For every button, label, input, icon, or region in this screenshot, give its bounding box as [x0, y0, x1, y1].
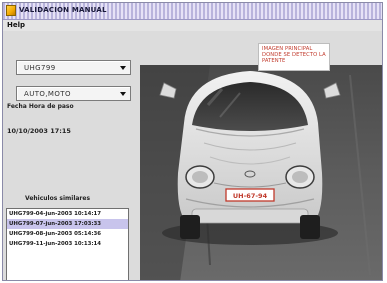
validation-window: VALIDACION MANUAL Help UHG799 AUTO,MOTO … [2, 2, 383, 281]
similar-vehicles-list[interactable]: UHG799-04-jun-2003 10:14:17 UHG799-07-ju… [6, 208, 129, 280]
passage-datetime-label: Fecha Hora de paso [7, 103, 74, 110]
window-title: VALIDACION MANUAL [19, 6, 107, 14]
vehicle-type-dropdown[interactable]: AUTO,MOTO [16, 86, 131, 101]
title-bar[interactable]: VALIDACION MANUAL [3, 3, 382, 20]
list-item[interactable]: UHG799-11-jun-2003 10:13:14 [7, 239, 128, 249]
chevron-down-icon[interactable] [120, 92, 126, 96]
app-icon [6, 5, 16, 16]
plate-dropdown-value: UHG799 [24, 64, 56, 72]
vehicle-type-dropdown-value: AUTO,MOTO [24, 90, 71, 98]
license-plate-text: UH-67-94 [233, 192, 268, 200]
camera-image: UH-67-94 [140, 65, 382, 280]
list-item[interactable]: UHG799-04-jun-2003 10:14:17 [7, 209, 128, 219]
detection-caption-box: IMAGEN PRINCIPAL DONDE SE DETECTO LA PAT… [258, 43, 330, 71]
similar-vehicles-label: Vehiculos similares [25, 195, 91, 202]
car-photo: UH-67-94 [140, 65, 382, 280]
list-item[interactable]: UHG799-07-jun-2003 17:03:33 [7, 219, 128, 229]
detection-caption: IMAGEN PRINCIPAL DONDE SE DETECTO LA PAT… [262, 46, 326, 65]
menu-bar: Help [3, 20, 382, 31]
passage-datetime-value: 10/10/2003 17:15 [7, 127, 71, 135]
plate-dropdown[interactable]: UHG799 [16, 60, 131, 75]
menu-help[interactable]: Help [7, 21, 25, 29]
chevron-down-icon[interactable] [120, 66, 126, 70]
list-item[interactable]: UHG799-08-jun-2003 05:14:36 [7, 229, 128, 239]
